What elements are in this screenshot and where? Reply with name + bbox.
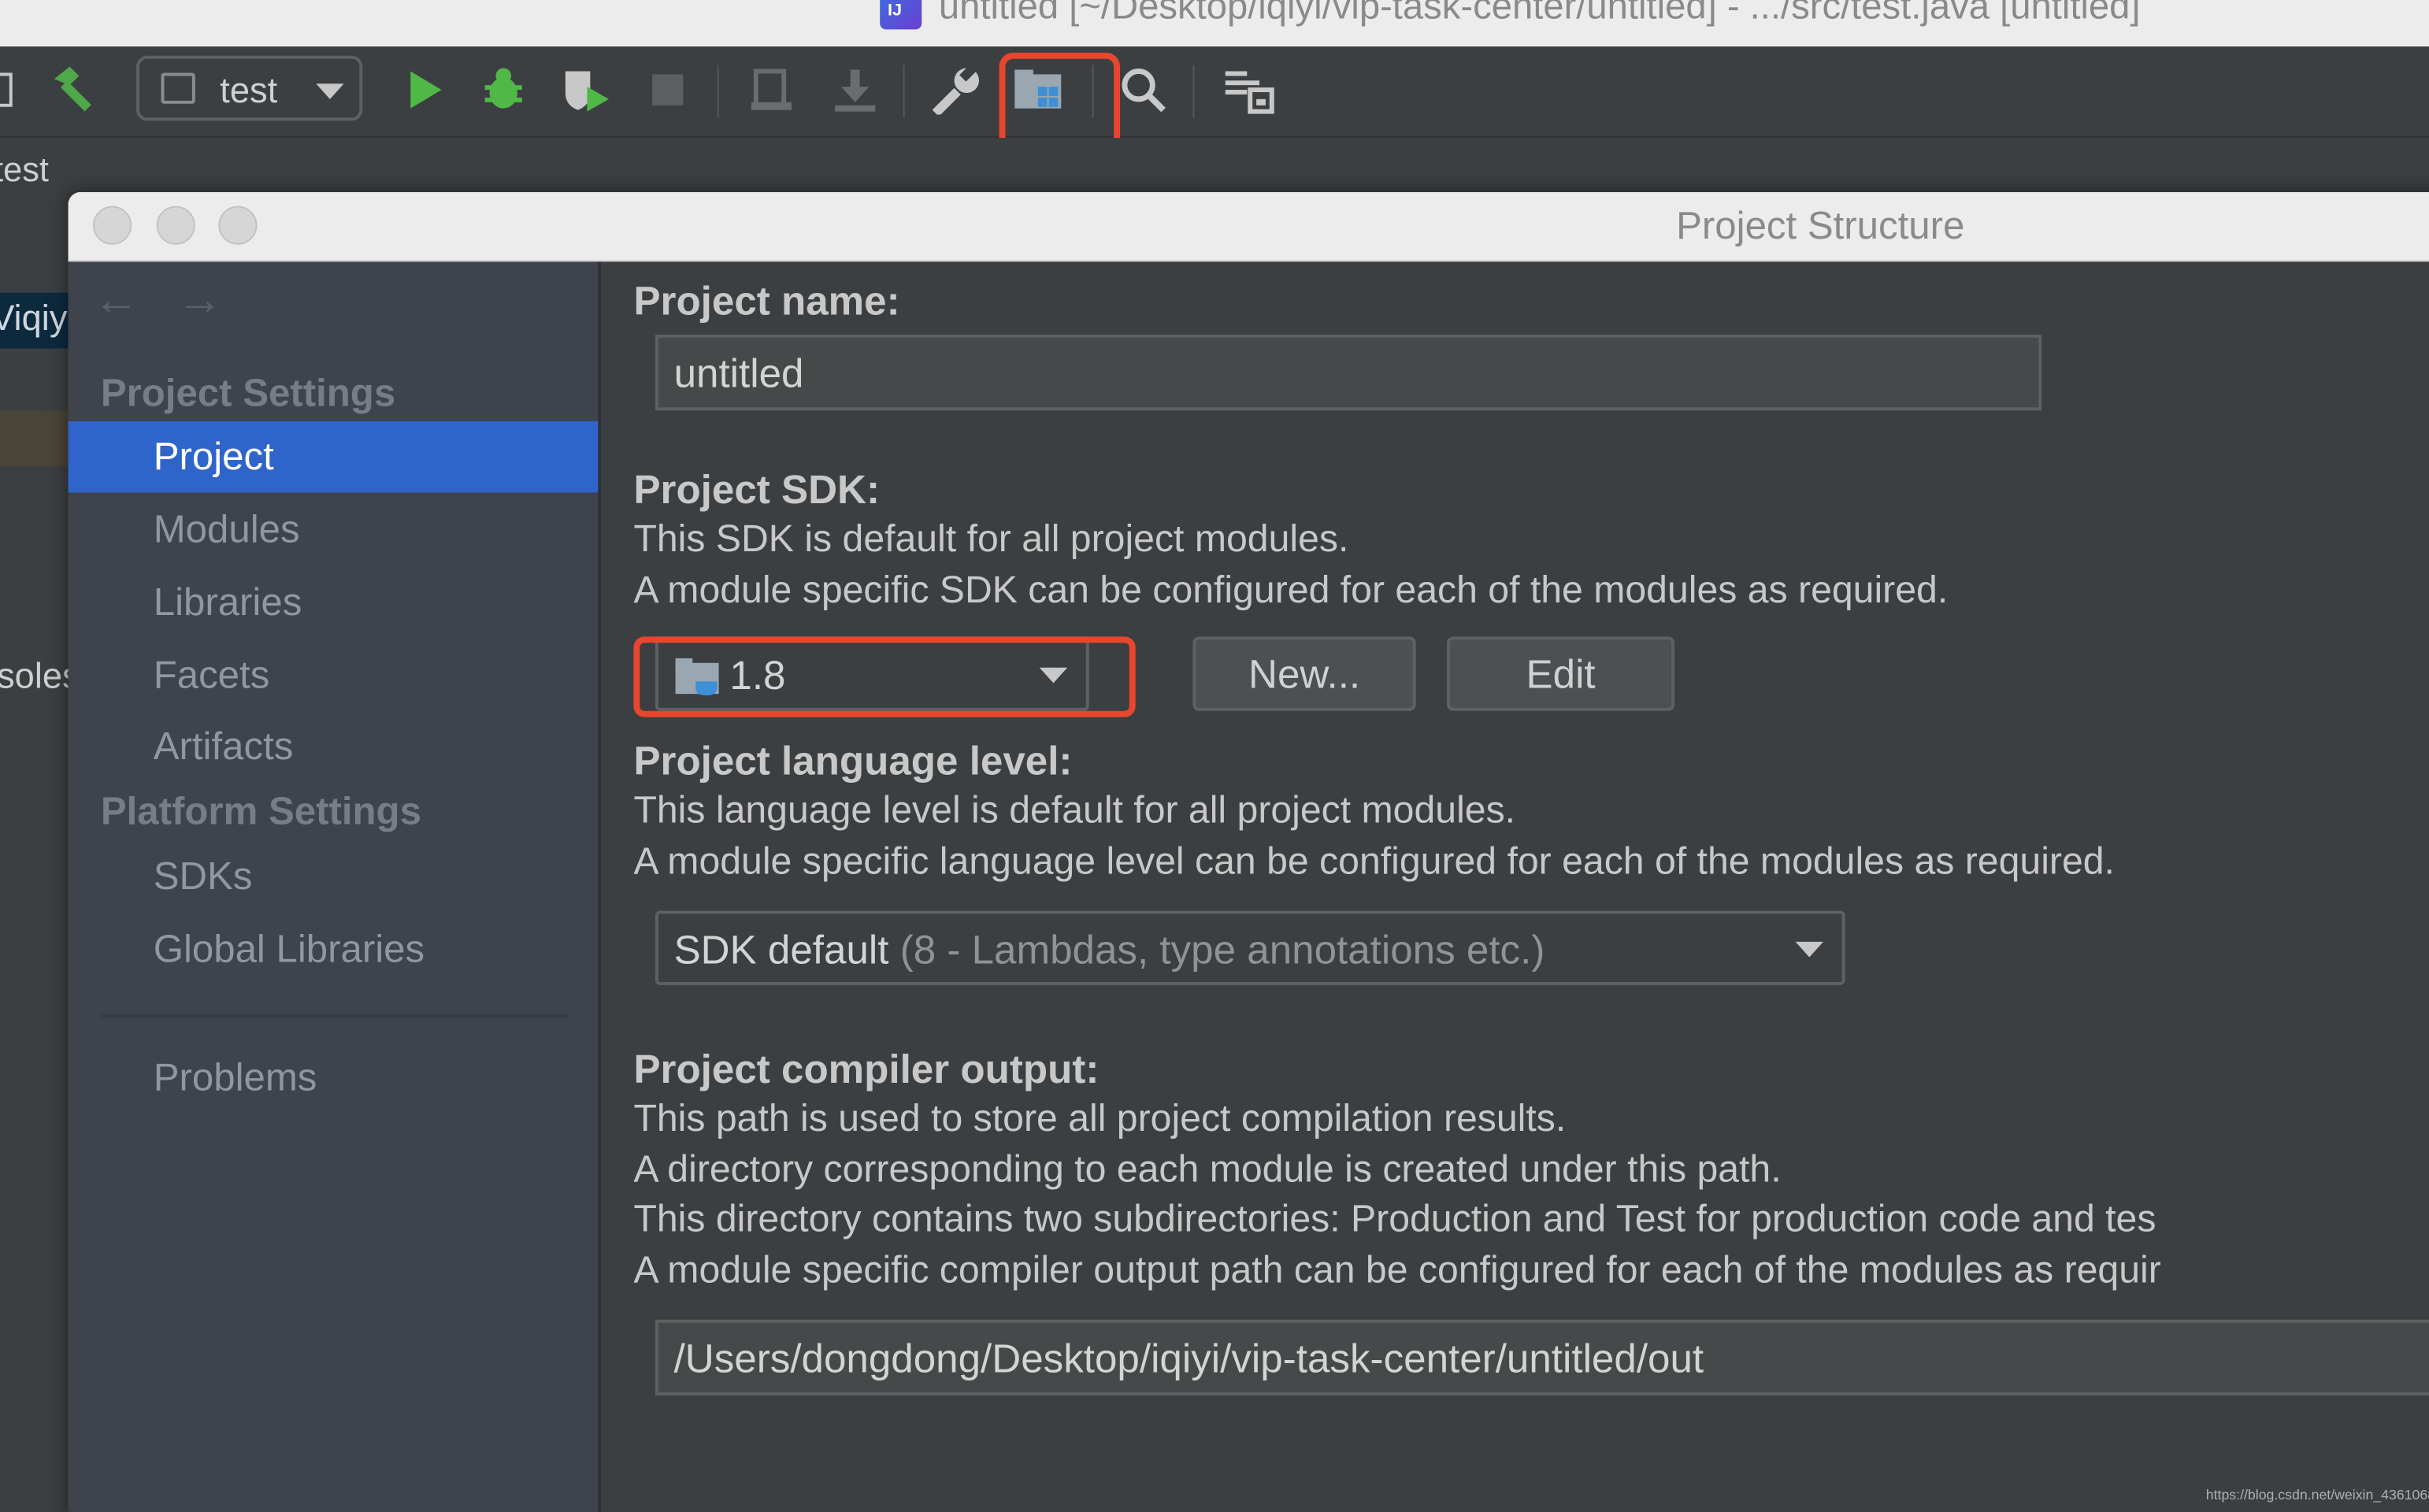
- run-config-label: test: [220, 69, 278, 110]
- breadcrumb[interactable]: test: [0, 150, 49, 191]
- sidebar-item-project[interactable]: Project: [68, 421, 599, 493]
- language-level-description: A module specific language level can be …: [633, 840, 2115, 884]
- new-sdk-button[interactable]: New...: [1192, 636, 1416, 711]
- platform-settings-header: Platform Settings: [100, 790, 421, 834]
- sidebar-item-modules[interactable]: Modules: [69, 494, 599, 565]
- ide-screen: IJ untitled [~/Desktop/iqiyi/vip-task-ce…: [0, 0, 2429, 1512]
- run-config-icon: [161, 72, 195, 104]
- sidebar-item-facets[interactable]: Facets: [69, 639, 599, 710]
- toolbar-separator: [1092, 65, 1094, 118]
- forward-arrow-icon[interactable]: →: [176, 274, 223, 327]
- project-tree-selected-row[interactable]: Viqiy: [0, 292, 72, 349]
- project-sdk-description: A module specific SDK can be configured …: [633, 569, 1949, 612]
- minimize-window-button[interactable]: [156, 206, 195, 245]
- language-level-value: SDK default: [673, 926, 889, 973]
- debug-icon[interactable]: [477, 62, 530, 118]
- sdk-dropdown-highlight: [633, 636, 1136, 717]
- ide-title-bar: IJ untitled [~/Desktop/iqiyi/vip-task-ce…: [0, 0, 2429, 48]
- sidebar-item-libraries[interactable]: Libraries: [69, 567, 599, 638]
- project-sdk-description: This SDK is default for all project modu…: [633, 518, 1349, 561]
- vcs-update-icon[interactable]: [744, 62, 799, 118]
- project-tree-row[interactable]: [0, 410, 72, 467]
- sdk-manager-icon[interactable]: [1218, 62, 1277, 118]
- compiler-output-description: This directory contains two subdirectori…: [633, 1199, 2156, 1241]
- language-level-description: This language level is default for all p…: [633, 790, 1516, 832]
- zoom-window-button[interactable]: [218, 206, 258, 245]
- project-structure-dialog: Project Structure ← → Project Settings P…: [68, 191, 2429, 1512]
- language-level-label: Project language level:: [633, 737, 1073, 784]
- layout-icon[interactable]: [0, 62, 16, 118]
- stop-icon[interactable]: [644, 62, 691, 118]
- toolbar-separator: [1192, 65, 1195, 118]
- compiler-output-description: A directory corresponding to each module…: [633, 1149, 1782, 1191]
- compiler-output-description: A module specific compiler output path c…: [633, 1250, 2161, 1292]
- coverage-icon[interactable]: [558, 62, 614, 118]
- dialog-title-bar: Project Structure: [68, 191, 2429, 262]
- compiler-output-label: Project compiler output:: [633, 1045, 1100, 1092]
- dialog-sidebar: ← → Project Settings Project Modules Lib…: [68, 261, 602, 1512]
- sidebar-item-problems[interactable]: Problems: [69, 1043, 599, 1114]
- watermark: https://blog.csdn.net/weixin_43610680: [2205, 1487, 2429, 1503]
- language-level-dropdown[interactable]: SDK default (8 - Lambdas, type annotatio…: [655, 910, 1845, 985]
- edit-sdk-button[interactable]: Edit: [1447, 636, 1675, 711]
- language-level-hint: (8 - Lambdas, type annotations etc.): [899, 926, 1545, 973]
- build-hammer-icon[interactable]: [46, 62, 102, 118]
- vcs-commit-icon[interactable]: [827, 62, 883, 118]
- sidebar-item-artifacts[interactable]: Artifacts: [69, 711, 599, 782]
- back-arrow-icon[interactable]: ←: [93, 274, 139, 327]
- sidebar-item-global-libraries[interactable]: Global Libraries: [69, 914, 599, 984]
- project-name-input[interactable]: untitled: [655, 334, 2042, 411]
- navigation-bar: test: [0, 138, 2429, 194]
- project-settings-header: Project Settings: [100, 372, 396, 416]
- project-sdk-label: Project SDK:: [633, 466, 881, 513]
- ide-window-title: untitled [~/Desktop/iqiyi/vip-task-cente…: [938, 0, 2141, 28]
- project-tree-peek: Viqiy soles: [0, 193, 80, 1512]
- ide-toolbar: test: [0, 46, 2429, 165]
- sidebar-divider: [102, 1014, 567, 1018]
- toolbar-separator: [903, 65, 905, 118]
- intellij-app-icon: IJ: [880, 0, 922, 30]
- compiler-output-path-input[interactable]: /Users/dongdong/Desktop/iqiyi/vip-task-c…: [655, 1319, 2429, 1396]
- toolbar-separator: [717, 65, 719, 118]
- search-icon[interactable]: [1115, 62, 1171, 118]
- project-settings-panel: Project name: untitled Project SDK: This…: [601, 261, 2429, 1512]
- chevron-down-icon: [1795, 941, 1823, 958]
- compiler-output-description: This path is used to store all project c…: [633, 1098, 1567, 1140]
- settings-wrench-icon[interactable]: [929, 62, 985, 118]
- run-icon[interactable]: [397, 62, 450, 118]
- project-name-label: Project name:: [633, 277, 900, 324]
- chevron-down-icon: [316, 83, 344, 99]
- run-config-selector[interactable]: test: [136, 55, 363, 121]
- sidebar-item-sdks[interactable]: SDKs: [69, 841, 599, 912]
- close-window-button[interactable]: [93, 206, 132, 245]
- dialog-title: Project Structure: [1676, 204, 1965, 248]
